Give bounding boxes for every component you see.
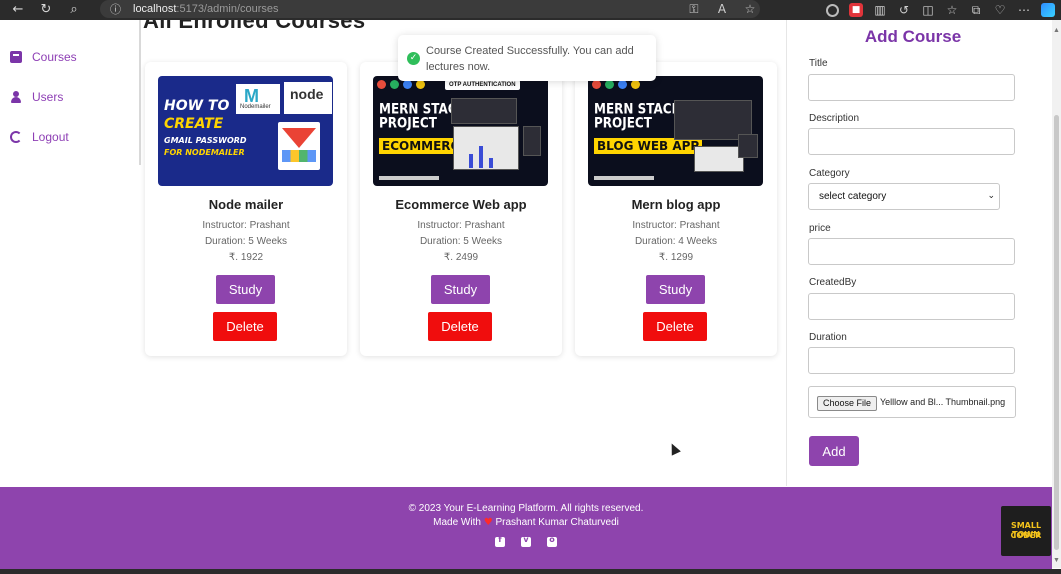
- favorite-star-icon[interactable]: ☆: [743, 2, 757, 16]
- form-divider: [786, 20, 787, 486]
- reload-icon[interactable]: ↻: [36, 1, 56, 19]
- course-instructor: Instructor: Prashant: [632, 220, 720, 231]
- course-price: ₹. 1299: [658, 252, 694, 263]
- description-input[interactable]: [808, 128, 1015, 155]
- scrollbar-thumb[interactable]: [1054, 115, 1059, 550]
- add-course-button[interactable]: Add: [809, 436, 859, 466]
- scroll-down-arrow-icon[interactable]: ▼: [1052, 556, 1061, 566]
- price-label: price: [809, 223, 831, 234]
- duration-input[interactable]: [808, 347, 1015, 374]
- course-price: ₹. 2499: [443, 252, 479, 263]
- course-duration: Duration: 4 Weeks: [634, 236, 718, 247]
- browser-toolbar: ← ↻ ⌕ ⓘ localhost:5173/admin/courses ⚿ A…: [0, 0, 1061, 20]
- sidebar-item-logout[interactable]: Logout: [10, 130, 69, 144]
- footer: © 2023 Your E-Learning Platform. All rig…: [0, 487, 1052, 569]
- search-icon[interactable]: ⌕: [64, 1, 84, 19]
- back-arrow-icon[interactable]: ←: [8, 1, 28, 19]
- channel-watermark: SMALL TOWN CODER: [1001, 506, 1051, 556]
- selected-file-name: Yelllow and Bl... Thumbnail.png: [880, 397, 1006, 407]
- key-icon[interactable]: ⚿: [687, 2, 701, 16]
- twitter-icon[interactable]: [521, 535, 531, 547]
- course-title: Ecommerce Web app: [395, 197, 527, 212]
- toast-message: Course Created Successfully. You can add…: [426, 45, 634, 73]
- scroll-up-arrow-icon[interactable]: ▲: [1052, 26, 1061, 36]
- refresh-extension-icon[interactable]: ↺: [897, 3, 911, 17]
- footer-made-with: Made With ♥ Prashant Kumar Chaturvedi: [433, 517, 619, 528]
- course-thumbnail: OTP AUTHENTICATION MERN STACK PROJECT EC…: [373, 76, 548, 186]
- footer-copyright: © 2023 Your E-Learning Platform. All rig…: [408, 503, 644, 514]
- category-select[interactable]: select category ⌄: [808, 183, 1000, 210]
- course-title: Mern blog app: [631, 197, 721, 212]
- nodejs-logo: node: [284, 82, 332, 114]
- read-aloud-icon[interactable]: A: [715, 2, 729, 16]
- course-instructor: Instructor: Prashant: [202, 220, 290, 231]
- study-button[interactable]: Study: [431, 275, 490, 304]
- favorites-icon[interactable]: ☆: [945, 3, 959, 17]
- title-input[interactable]: [808, 74, 1015, 101]
- course-thumbnail: MERN STACK PROJECT BLOG WEB APP: [588, 76, 763, 186]
- info-icon[interactable]: ⓘ: [110, 1, 121, 17]
- logout-icon: [10, 131, 22, 143]
- more-menu-icon[interactable]: ⋯: [1017, 3, 1031, 17]
- title-label: Title: [809, 58, 828, 69]
- sidebar-item-courses[interactable]: Courses: [10, 50, 77, 64]
- address-bar[interactable]: ⓘ localhost:5173/admin/courses: [100, 0, 760, 18]
- course-card: MERN STACK PROJECT BLOG WEB APP Mern blo…: [575, 62, 777, 356]
- user-icon: [10, 91, 22, 103]
- course-card: HOW TO CREATE GMAIL PASSWORD FOR NODEMAI…: [145, 62, 347, 356]
- sidebar-item-users[interactable]: Users: [10, 90, 63, 104]
- form-title: Add Course: [864, 27, 962, 46]
- category-label: Category: [809, 168, 850, 179]
- nodemailer-logo: M Nodemailer: [236, 84, 280, 114]
- heart-pulse-icon[interactable]: ♡: [993, 3, 1007, 17]
- sidebar-item-label: Users: [32, 90, 64, 104]
- course-duration: Duration: 5 Weeks: [419, 236, 503, 247]
- chevron-down-icon: ⌄: [987, 191, 995, 201]
- url-host: localhost: [133, 3, 177, 15]
- book-icon: [10, 51, 22, 63]
- sidebar-item-label: Courses: [32, 50, 77, 64]
- taskbar-strip: [0, 569, 1061, 574]
- study-button[interactable]: Study: [646, 275, 705, 304]
- description-label: Description: [809, 113, 860, 124]
- instagram-icon[interactable]: [547, 535, 557, 547]
- gmail-logo: [278, 122, 320, 170]
- createdby-label: CreatedBy: [809, 277, 857, 288]
- url-path: :5173/admin/courses: [176, 3, 279, 15]
- course-card: OTP AUTHENTICATION MERN STACK PROJECT EC…: [360, 62, 562, 356]
- chart-icon[interactable]: ▥: [873, 3, 887, 17]
- thumbnail-file-input[interactable]: Choose File Yelllow and Bl... Thumbnail.…: [808, 386, 1016, 418]
- course-thumbnail: HOW TO CREATE GMAIL PASSWORD FOR NODEMAI…: [158, 76, 333, 186]
- course-title: Node mailer: [208, 197, 284, 212]
- duration-label: Duration: [809, 332, 847, 343]
- copilot-icon[interactable]: [1041, 3, 1055, 17]
- choose-file-button[interactable]: Choose File: [817, 396, 878, 411]
- heart-icon: ♥: [483, 517, 493, 528]
- mouse-cursor-icon: [667, 441, 681, 456]
- success-toast[interactable]: ✓ Course Created Successfully. You can a…: [398, 35, 656, 81]
- extension-red-icon[interactable]: ■: [849, 3, 863, 17]
- category-selected-value: select category: [819, 191, 887, 202]
- delete-button[interactable]: Delete: [643, 312, 707, 341]
- createdby-input[interactable]: [808, 293, 1015, 320]
- split-screen-icon[interactable]: ◫: [921, 3, 935, 17]
- delete-button[interactable]: Delete: [213, 312, 277, 341]
- sidebar-divider: [139, 20, 141, 165]
- price-input[interactable]: [808, 238, 1015, 265]
- collections-icon[interactable]: ⧉: [969, 3, 983, 17]
- course-duration: Duration: 5 Weeks: [204, 236, 288, 247]
- course-price: ₹. 1922: [228, 252, 264, 263]
- sidebar-item-label: Logout: [32, 130, 69, 144]
- course-instructor: Instructor: Prashant: [417, 220, 505, 231]
- social-links: [495, 535, 557, 547]
- study-button[interactable]: Study: [216, 275, 275, 304]
- extension-circle-icon[interactable]: [826, 3, 839, 17]
- sidebar: Courses Users Logout: [0, 20, 140, 486]
- check-circle-icon: ✓: [407, 52, 420, 65]
- facebook-icon[interactable]: [495, 535, 505, 547]
- delete-button[interactable]: Delete: [428, 312, 492, 341]
